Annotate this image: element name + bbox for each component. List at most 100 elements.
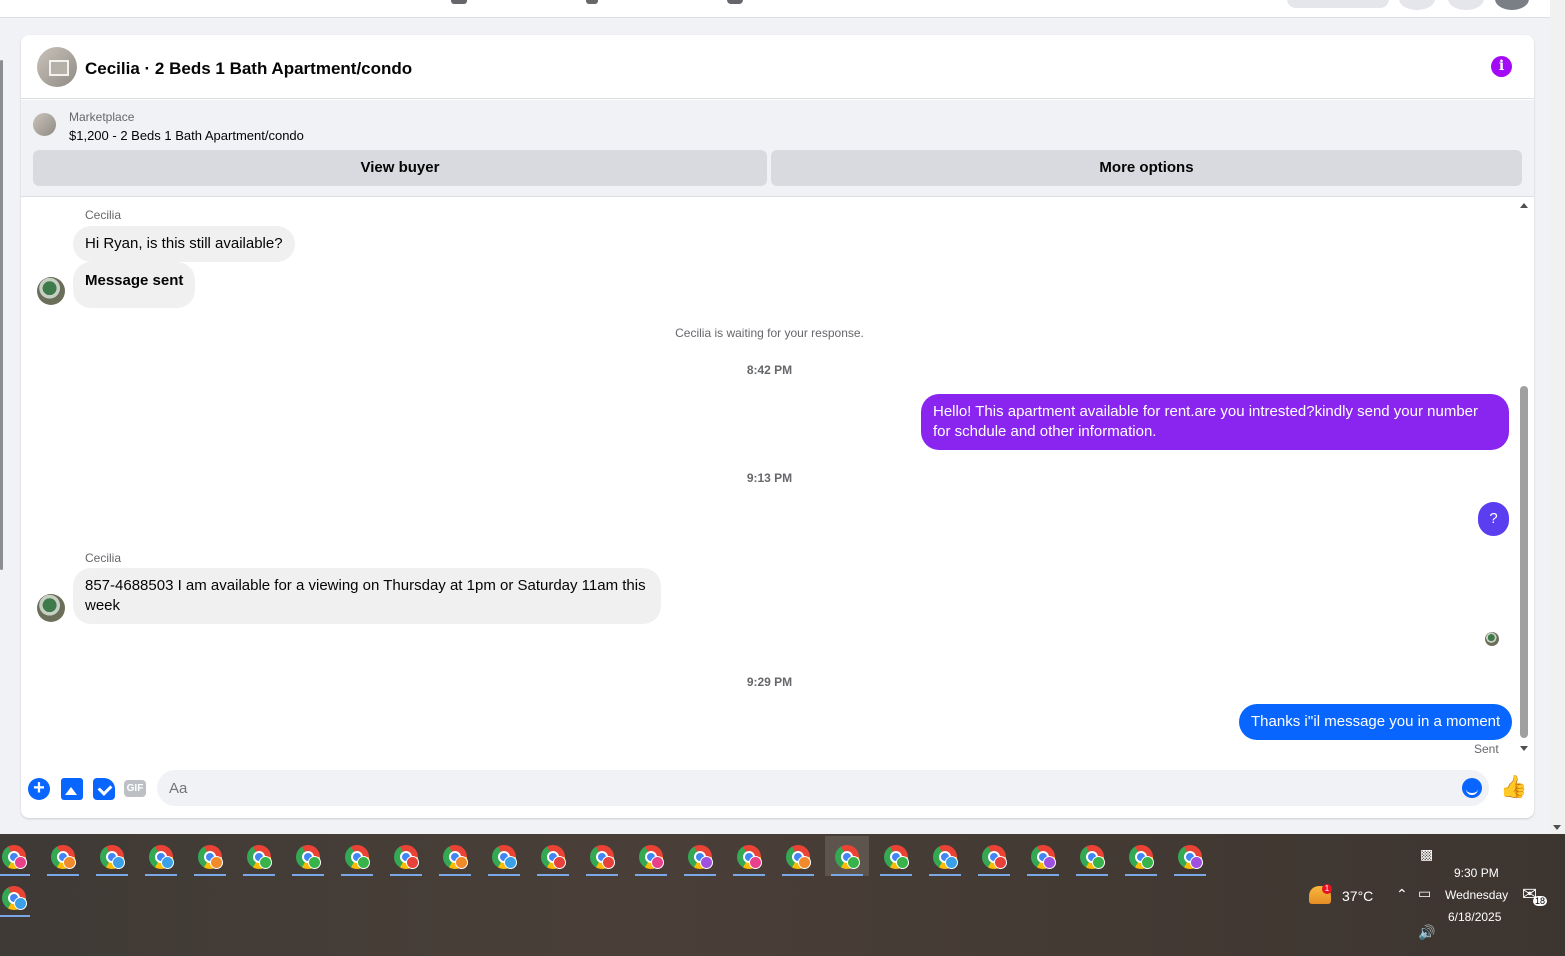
listing-price-title[interactable]: $1,200 - 2 Beds 1 Bath Apartment/condo [69,128,304,143]
network-icon[interactable]: ▭ [1418,885,1431,902]
profile-avatar[interactable] [1495,0,1529,10]
profile-badge-icon [847,856,860,869]
taskbar-chrome-app[interactable] [0,836,36,876]
photo-icon[interactable] [61,778,83,800]
profile-badge-icon [161,856,174,869]
buyer-avatar[interactable] [37,277,65,305]
taskbar-chrome-app[interactable] [139,836,183,876]
scroll-down-icon[interactable] [1520,746,1528,751]
running-indicator [96,874,128,876]
profile-badge-icon [651,856,664,869]
taskbar-chrome-app[interactable] [1119,836,1163,876]
taskbar-chrome-app[interactable] [776,836,820,876]
sticker-icon[interactable] [93,778,115,800]
incoming-message[interactable]: Message sent [73,262,196,308]
chevron-up-icon[interactable]: ⌃ [1396,886,1408,903]
running-indicator [1125,874,1157,876]
taskbar-chrome-app[interactable] [188,836,232,876]
taskbar-chrome-app[interactable] [384,836,428,876]
incoming-message[interactable]: 857-4688503 I am available for a viewing… [73,568,661,624]
scroll-up-icon[interactable] [1520,203,1528,208]
taskbar-chrome-app[interactable] [678,836,722,876]
profile-badge-icon [1043,856,1056,869]
taskbar-chrome-app[interactable] [629,836,673,876]
running-indicator [488,874,520,876]
outgoing-message[interactable]: Hello! This apartment available for rent… [921,394,1509,450]
seen-indicator-avatar [1485,632,1499,646]
video-icon[interactable] [586,0,598,4]
profile-badge-icon [357,856,370,869]
sender-name: Cecilia [85,208,122,222]
taskbar-chrome-app[interactable] [482,836,526,876]
volume-icon[interactable]: 🔊 [1418,924,1435,941]
message-input[interactable] [157,770,1489,806]
taskbar-chrome-app[interactable] [923,836,967,876]
running-indicator [243,874,275,876]
running-indicator [586,874,618,876]
profile-badge-icon [406,856,419,869]
profile-badge-icon [112,856,125,869]
message-composer: + GIF 👍 [21,768,1534,818]
listing-small-thumbnail [33,113,56,136]
plus-icon[interactable]: + [28,778,50,800]
emoji-icon[interactable] [1462,778,1482,798]
running-indicator [782,874,814,876]
clock-day[interactable]: Wednesday [1445,888,1508,902]
taskbar-chrome-app[interactable] [237,836,281,876]
running-indicator [684,874,716,876]
chat-title[interactable]: Cecilia · 2 Beds 1 Bath Apartment/condo [85,59,412,79]
meet-now-icon[interactable]: ▩ [1420,846,1433,863]
waiting-notice: Cecilia is waiting for your response. [675,326,864,340]
taskbar-chrome-app[interactable] [580,836,624,876]
listing-thumbnail[interactable] [37,47,77,87]
profile-badge-icon [14,856,27,869]
taskbar-chrome-app[interactable] [727,836,771,876]
menu-icon[interactable] [1399,0,1435,10]
taskbar-chrome-app[interactable] [874,836,918,876]
running-indicator [341,874,373,876]
taskbar-chrome-app[interactable] [0,877,36,917]
profile-badge-icon [504,856,517,869]
taskbar-chrome-app[interactable] [531,836,575,876]
scrollbar-thumb[interactable] [1520,386,1528,738]
clock-time[interactable]: 9:30 PM [1454,866,1499,880]
running-indicator [635,874,667,876]
taskbar-chrome-app[interactable] [825,836,869,876]
running-indicator [439,874,471,876]
buyer-avatar[interactable] [37,594,65,622]
gif-icon[interactable]: GIF [124,780,146,797]
scroll-down-icon[interactable] [1553,825,1561,830]
incoming-message[interactable]: Hi Ryan, is this still available? [73,226,295,262]
info-icon[interactable]: i [1491,56,1512,77]
home-icon[interactable] [451,0,467,4]
messenger-icon[interactable] [1448,0,1484,10]
profile-badge-icon [994,856,1007,869]
find-friends-button[interactable] [1287,0,1389,8]
profile-badge-icon [700,856,713,869]
taskbar-chrome-app[interactable] [1168,836,1212,876]
taskbar-chrome-app[interactable] [1021,836,1065,876]
taskbar-chrome-app[interactable] [286,836,330,876]
taskbar-chrome-app[interactable] [1070,836,1114,876]
taskbar-chrome-app[interactable] [41,836,85,876]
marketplace-icon[interactable] [727,0,743,4]
clock-date[interactable]: 6/18/2025 [1448,910,1501,924]
weather-temperature[interactable]: 37°C [1342,888,1373,904]
marketplace-banner: Marketplace $1,200 - 2 Beds 1 Bath Apart… [21,100,1534,197]
message-thread[interactable]: Cecilia Hi Ryan, is this still available… [21,198,1534,768]
profile-badge-icon [1190,856,1203,869]
more-options-button[interactable]: More options [771,150,1522,186]
taskbar-chrome-app[interactable] [90,836,134,876]
profile-badge-icon [749,856,762,869]
view-buyer-button[interactable]: View buyer [33,150,767,186]
taskbar-chrome-app[interactable] [433,836,477,876]
outgoing-message[interactable]: Thanks i''il message you in a moment [1239,704,1513,740]
weather-badge: 1 [1322,884,1332,894]
taskbar-chrome-app[interactable] [335,836,379,876]
page-scrollbar[interactable] [1550,0,1565,834]
thread-scrollbar[interactable] [1517,198,1531,758]
thumbs-up-icon[interactable]: 👍 [1500,776,1527,798]
outgoing-message[interactable]: ? [1478,502,1509,536]
marketplace-label: Marketplace [69,110,135,124]
taskbar-chrome-app[interactable] [972,836,1016,876]
